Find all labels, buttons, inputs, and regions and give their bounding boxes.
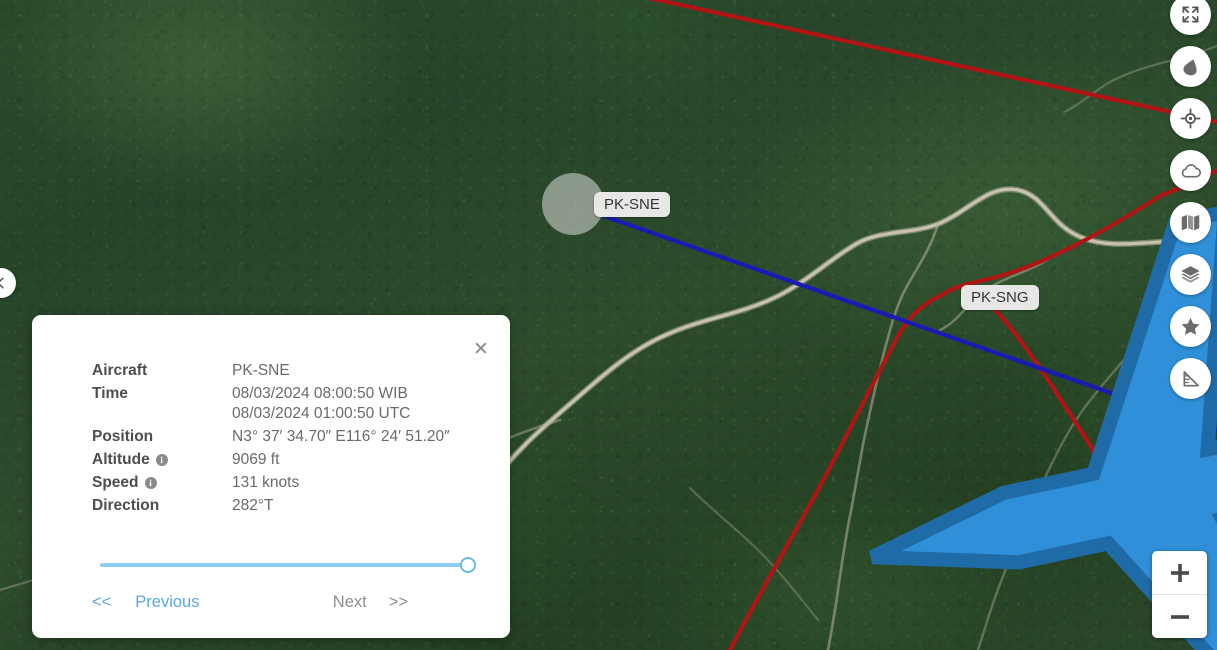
detail-value: PK-SNE (232, 362, 290, 379)
map-button[interactable] (1170, 202, 1211, 243)
aircraft-detail-list: Aircraft PK-SNE Time 08/03/2024 08:00:50… (92, 362, 450, 520)
detail-row-direction: Direction 282°T (92, 497, 450, 515)
map-toolbar (1170, 0, 1211, 399)
measure-button[interactable] (1170, 358, 1211, 399)
timeline-slider[interactable] (92, 555, 476, 575)
layers-icon (1181, 266, 1200, 283)
aircraft-callsign-label: PK-SNG (961, 284, 1039, 310)
detail-value: 131 knots (232, 474, 300, 491)
detail-label-text: Aircraft (92, 362, 148, 379)
map-icon (1181, 214, 1200, 231)
detail-value: 9069 ft (232, 451, 280, 468)
detail-row-speed: Speed i 131 knots (92, 474, 450, 492)
info-icon[interactable]: i (155, 454, 168, 466)
detail-label: Speed i (92, 474, 232, 492)
detail-row-time-utc: 08/03/2024 01:00:50 UTC (92, 405, 450, 423)
slider-thumb[interactable] (460, 557, 476, 573)
detail-label-text: Speed (92, 474, 139, 491)
detail-row-position: Position N3° 37′ 34.70″ E116° 24′ 51.20″ (92, 428, 450, 446)
detail-label: Altitude i (92, 451, 232, 469)
droplet-button[interactable] (1170, 46, 1211, 87)
zoom-in-button[interactable] (1152, 551, 1207, 594)
detail-label: Time (92, 385, 232, 403)
detail-row-altitude: Altitude i 9069 ft (92, 451, 450, 469)
aircraft-info-panel: ✕ Aircraft PK-SNE Time 08/03/2024 08:00:… (32, 315, 510, 638)
detail-value: N3° 37′ 34.70″ E116° 24′ 51.20″ (232, 428, 450, 445)
detail-label-text: Time (92, 385, 128, 402)
slider-track[interactable] (100, 563, 468, 567)
info-icon[interactable]: i (144, 477, 157, 489)
aircraft-callsign-label: PK-SNE (594, 191, 670, 217)
zoom-controls (1152, 551, 1207, 638)
fullscreen-icon (1182, 6, 1199, 23)
cloud-icon (1181, 163, 1201, 178)
aircraft-marker-pk-sng[interactable]: PK-SNG (925, 274, 1039, 320)
detail-value: 282°T (232, 497, 274, 514)
close-icon[interactable]: ✕ (470, 338, 492, 360)
map-application: PK-SNE PK-SNG ✕ Aircraft PK-SNE Time 08/… (0, 0, 1217, 650)
aircraft-marker-pk-sne[interactable]: PK-SNE (542, 173, 1217, 650)
previous-button[interactable]: Previous (135, 593, 199, 612)
detail-row-time: Time 08/03/2024 08:00:50 WIB (92, 385, 450, 403)
first-button[interactable]: << (92, 593, 111, 612)
droplet-icon (1182, 58, 1197, 75)
detail-row-aircraft: Aircraft PK-SNE (92, 362, 450, 380)
detail-value: 08/03/2024 08:00:50 WIB (232, 385, 408, 402)
previous-group: << Previous (92, 593, 199, 612)
ruler-icon (1183, 370, 1199, 386)
panel-navigation: << Previous Next >> (92, 593, 470, 612)
star-icon (1181, 317, 1200, 335)
favorites-button[interactable] (1170, 306, 1211, 347)
fullscreen-button[interactable] (1170, 0, 1211, 35)
next-group: Next >> (333, 593, 408, 612)
detail-label: Aircraft (92, 362, 232, 380)
detail-value: 08/03/2024 01:00:50 UTC (232, 405, 411, 422)
minus-icon (1170, 614, 1189, 619)
detail-label: Direction (92, 497, 232, 515)
detail-label-text: Direction (92, 497, 160, 514)
locate-button[interactable] (1170, 98, 1211, 139)
chevron-left-icon (0, 277, 4, 289)
detail-label-text: Altitude (92, 451, 150, 468)
locate-icon (1180, 108, 1201, 129)
detail-label-text: Position (92, 428, 154, 445)
layers-button[interactable] (1170, 254, 1211, 295)
zoom-out-button[interactable] (1152, 595, 1207, 638)
weather-button[interactable] (1170, 150, 1211, 191)
plus-icon (1170, 563, 1189, 582)
detail-label: Position (92, 428, 232, 446)
last-button[interactable]: >> (389, 593, 408, 612)
next-button[interactable]: Next (333, 593, 367, 612)
